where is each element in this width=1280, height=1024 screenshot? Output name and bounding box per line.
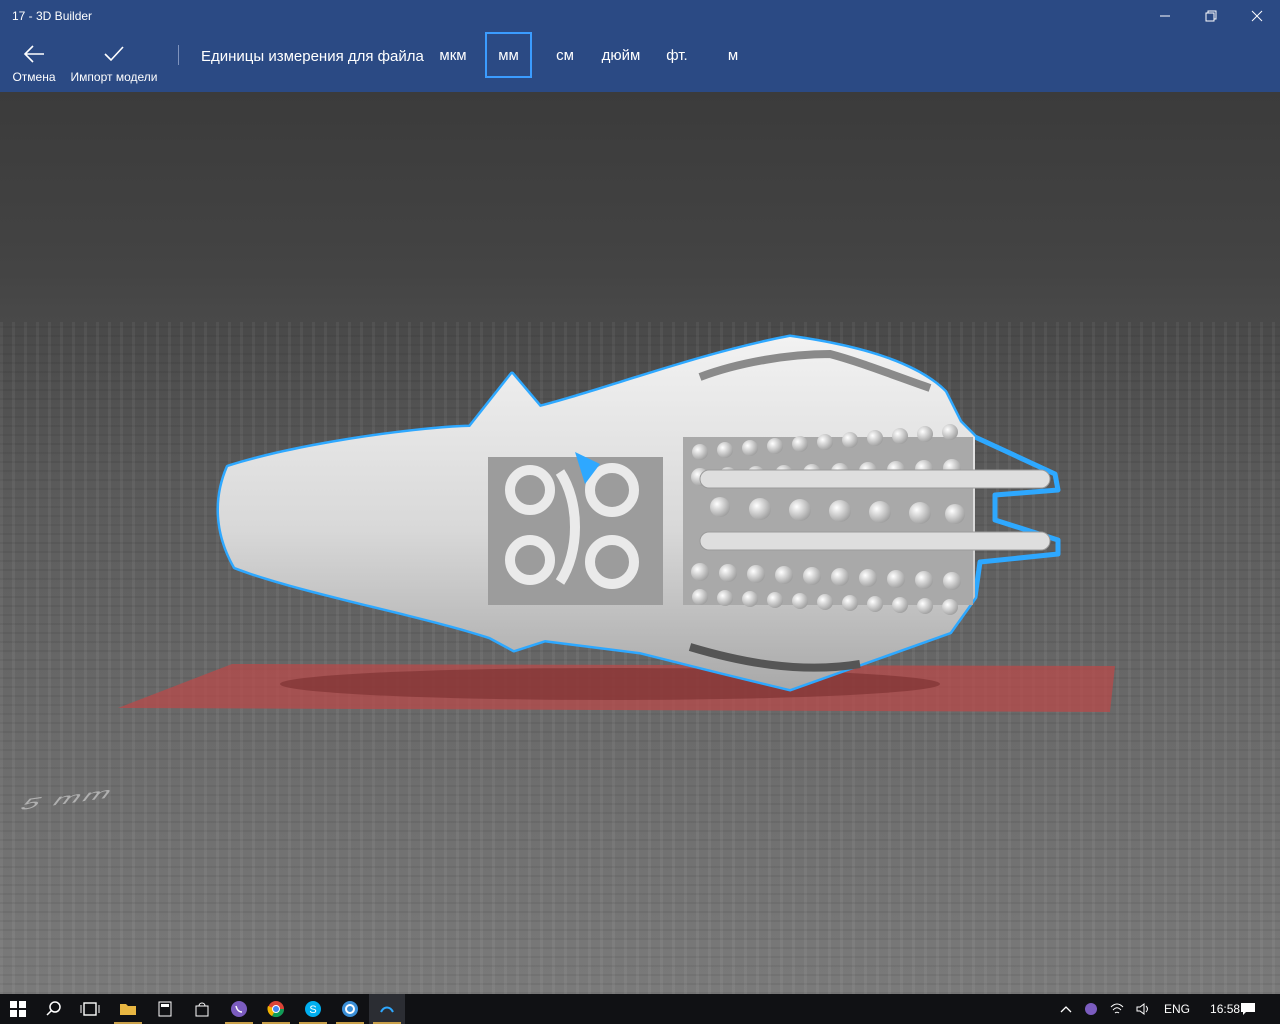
- taskbar-file-explorer[interactable]: [110, 994, 146, 1024]
- taskbar: S ENG 16:58: [0, 994, 1280, 1024]
- circle-app-icon: [342, 1001, 358, 1017]
- unit-mm-selected[interactable]: мм: [485, 32, 532, 78]
- cancel-button[interactable]: Отмена: [12, 42, 56, 84]
- taskbar-3d-builder[interactable]: [369, 994, 405, 1024]
- notification-icon: [1241, 1003, 1255, 1015]
- 3d-viewport[interactable]: 5 mm: [0, 92, 1280, 994]
- unit-cm[interactable]: см: [546, 32, 584, 78]
- start-button[interactable]: [0, 994, 36, 1024]
- taskbar-store[interactable]: [184, 994, 220, 1024]
- restore-button[interactable]: [1188, 0, 1234, 32]
- import-model-button[interactable]: Импорт модели: [68, 42, 160, 84]
- search-icon: [46, 1001, 61, 1016]
- language-indicator[interactable]: ENG: [1164, 1002, 1190, 1016]
- wifi-icon[interactable]: [1110, 1003, 1124, 1015]
- close-button[interactable]: [1234, 0, 1280, 32]
- action-center-button[interactable]: [1230, 994, 1266, 1024]
- volume-icon[interactable]: [1136, 1003, 1152, 1015]
- cancel-label: Отмена: [12, 70, 56, 84]
- system-tray: ENG 16:58: [1060, 994, 1240, 1024]
- task-view-icon: [80, 1002, 100, 1016]
- chrome-icon: [267, 1001, 285, 1018]
- close-icon: [1251, 10, 1263, 22]
- search-button[interactable]: [36, 994, 72, 1024]
- taskbar-calculator[interactable]: [147, 994, 183, 1024]
- toolbar-divider: [178, 45, 179, 65]
- windows-logo-icon: [10, 1001, 26, 1017]
- minimize-button[interactable]: [1142, 0, 1188, 32]
- minimize-icon: [1160, 15, 1170, 17]
- window-title: 17 - 3D Builder: [12, 9, 93, 23]
- taskbar-skype[interactable]: S: [295, 994, 331, 1024]
- unit-inch[interactable]: дюйм: [596, 32, 646, 78]
- taskbar-app[interactable]: [332, 994, 368, 1024]
- restore-icon: [1205, 10, 1217, 22]
- unit-um[interactable]: мкм: [432, 32, 474, 78]
- app-bar: 17 - 3D Builder Отмена Импорт модели Еди…: [0, 0, 1280, 92]
- store-icon: [195, 1002, 209, 1017]
- back-arrow-icon: [23, 45, 44, 63]
- skype-icon: S: [305, 1001, 321, 1017]
- task-view-button[interactable]: [72, 994, 108, 1024]
- model-scene: [118, 334, 1115, 712]
- unit-ft[interactable]: фт.: [658, 32, 696, 78]
- 3d-builder-icon: [380, 1006, 394, 1013]
- unit-m[interactable]: м: [716, 32, 750, 78]
- svg-text:S: S: [309, 1004, 316, 1016]
- taskbar-chrome[interactable]: [258, 994, 294, 1024]
- chevron-up-icon[interactable]: [1060, 1005, 1072, 1013]
- folder-icon: [120, 1004, 136, 1015]
- viber-icon: [231, 1001, 247, 1017]
- calculator-icon: [158, 1001, 172, 1017]
- taskbar-viber[interactable]: [221, 994, 257, 1024]
- units-label: Единицы измерения для файла: [201, 48, 424, 65]
- checkmark-icon: [104, 46, 124, 62]
- viber-tray-icon[interactable]: [1084, 1002, 1098, 1016]
- import-model-label: Импорт модели: [70, 70, 158, 84]
